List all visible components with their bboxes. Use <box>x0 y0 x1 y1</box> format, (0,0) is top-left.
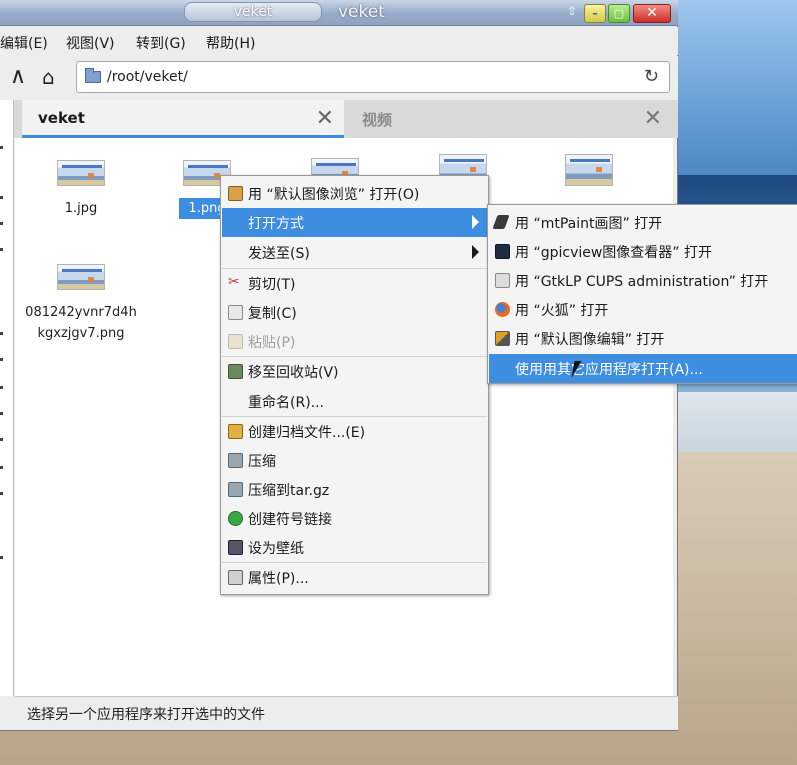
reload-icon[interactable]: ↻ <box>644 66 659 87</box>
location-bar[interactable]: /root/veket/ ↻ <box>76 61 670 93</box>
submenu-item-image-editor[interactable]: 用 “默认图像编辑” 打开 <box>489 324 797 353</box>
menu-item-label: 重命名(R)... <box>248 395 325 411</box>
menu-view[interactable]: 视图(V) <box>66 33 115 53</box>
menu-item-open-default[interactable]: 用 “默认图像浏览” 打开(O) <box>222 179 487 208</box>
menu-item-label: 发送至(S) <box>248 246 310 262</box>
menu-item-compress[interactable]: 压缩 <box>222 446 487 475</box>
paste-icon <box>228 334 243 349</box>
menu-item-label: 属性(P)... <box>248 571 309 587</box>
submenu-item-mtpaint[interactable]: 用 “mtPaint画图” 打开 <box>489 208 797 237</box>
wallpaper-icon <box>228 540 243 555</box>
menu-item-label: 剪切(T) <box>248 277 296 293</box>
file-name: 1.jpg <box>64 201 98 216</box>
menu-item-label: 压缩 <box>248 454 276 470</box>
image-editor-icon <box>495 331 510 346</box>
context-menu: 用 “默认图像浏览” 打开(O) 打开方式 发送至(S) ✂ 剪切(T) 复制(… <box>220 175 489 595</box>
menu-item-send-to[interactable]: 发送至(S) <box>222 238 487 267</box>
maximize-button[interactable]: ▢ <box>608 4 630 23</box>
close-tab-icon[interactable]: ✕ <box>316 106 334 131</box>
file-name-line: kgxzjgv7.png <box>37 326 125 341</box>
menu-item-create-symlink[interactable]: 创建符号链接 <box>222 504 487 533</box>
submenu-item-label: 用 “火狐” 打开 <box>515 303 609 319</box>
compress-icon <box>228 453 243 468</box>
submenu-item-label: 用 “GtkLP CUPS administration” 打开 <box>515 274 769 290</box>
menu-item-cut[interactable]: ✂ 剪切(T) <box>222 269 487 298</box>
menu-item-compress-targz[interactable]: 压缩到tar.gz <box>222 475 487 504</box>
submenu-item-gtklp[interactable]: 用 “GtkLP CUPS administration” 打开 <box>489 266 797 295</box>
file-name: 081242yvnr7d4h kgxzjgv7.png <box>21 302 141 344</box>
scissors-icon: ✂ <box>228 274 240 290</box>
file-item[interactable] <box>561 154 617 186</box>
side-pane[interactable] <box>0 100 14 696</box>
submenu-item-label: 用 “默认图像编辑” 打开 <box>515 332 665 348</box>
menu-item-label: 打开方式 <box>248 216 304 232</box>
symlink-icon <box>228 511 243 526</box>
menu-edit[interactable]: 编辑(E) <box>0 33 48 53</box>
status-text: 选择另一个应用程序来打开选中的文件 <box>27 707 265 723</box>
menu-help[interactable]: 帮助(H) <box>206 33 255 53</box>
tab-label: veket <box>38 109 85 127</box>
image-thumbnail <box>57 264 105 290</box>
close-tab-icon[interactable]: ✕ <box>644 106 662 131</box>
tab-video[interactable]: 视频 ✕ <box>346 100 672 138</box>
menu-item-label: 粘贴(P) <box>248 335 296 351</box>
image-viewer-icon <box>495 244 510 259</box>
menu-item-label: 复制(C) <box>248 306 297 322</box>
menu-item-label: 用 “默认图像浏览” 打开(O) <box>248 187 420 203</box>
menu-item-open-with[interactable]: 打开方式 <box>222 208 487 237</box>
image-thumbnail <box>57 160 105 186</box>
copy-icon <box>228 305 243 320</box>
menu-bar: 编辑(E) 视图(V) 转到(G) 帮助(H) <box>0 27 678 55</box>
menu-item-label: 压缩到tar.gz <box>248 483 330 499</box>
image-thumbnail <box>565 154 613 186</box>
submenu-item-label: 用 “mtPaint画图” 打开 <box>515 216 663 232</box>
properties-icon <box>228 570 243 585</box>
close-button[interactable]: ✕ <box>633 4 671 23</box>
tab-label: 视频 <box>362 111 393 129</box>
submenu-item-label: 使用用其它应用程序打开(A)... <box>515 362 703 378</box>
folder-icon <box>85 68 101 83</box>
tab-veket[interactable]: veket ✕ <box>22 100 344 138</box>
archive-icon <box>228 424 243 439</box>
submenu-arrow-icon <box>472 215 479 229</box>
printer-icon <box>495 273 510 288</box>
home-icon[interactable]: ⌂ <box>42 66 55 88</box>
menu-item-properties[interactable]: 属性(P)... <box>222 563 487 592</box>
menu-item-copy[interactable]: 复制(C) <box>222 298 487 327</box>
menu-go[interactable]: 转到(G) <box>136 33 186 53</box>
file-name-line: 081242yvnr7d4h <box>25 305 137 320</box>
menu-item-set-wallpaper[interactable]: 设为壁纸 <box>222 533 487 562</box>
path-text[interactable]: /root/veket/ <box>107 69 188 85</box>
menu-item-label: 设为壁纸 <box>248 541 304 557</box>
submenu-item-gpicview[interactable]: 用 “gpicview图像查看器” 打开 <box>489 237 797 266</box>
compress-icon <box>228 482 243 497</box>
menu-item-rename[interactable]: 重命名(R)... <box>222 387 487 416</box>
minimize-button[interactable]: – <box>584 4 606 23</box>
menu-item-paste[interactable]: 粘贴(P) <box>222 327 487 356</box>
file-item[interactable]: 1.jpg <box>49 160 113 219</box>
tab-bar: veket ✕ 视频 ✕ <box>14 100 678 138</box>
submenu-item-other-app[interactable]: 使用用其它应用程序打开(A)... <box>489 354 797 383</box>
paint-brush-icon <box>492 215 510 229</box>
window-title-tab[interactable]: veket <box>184 2 322 22</box>
trash-icon <box>228 364 243 379</box>
up-arrow-icon[interactable]: ∧ <box>10 66 26 88</box>
menu-item-label: 移至回收站(V) <box>248 365 339 381</box>
file-item[interactable]: 081242yvnr7d4h kgxzjgv7.png <box>21 264 141 344</box>
firefox-icon <box>495 302 510 317</box>
open-with-submenu: 用 “mtPaint画图” 打开 用 “gpicview图像查看器” 打开 用 … <box>487 204 797 384</box>
menu-item-label: 创建归档文件...(E) <box>248 425 366 441</box>
menu-item-create-archive[interactable]: 创建归档文件...(E) <box>222 417 487 446</box>
status-bar: 选择另一个应用程序来打开选中的文件 <box>15 696 678 730</box>
title-bar[interactable]: veket veket ⇧ – ▢ ✕ <box>0 0 678 26</box>
pin-icon[interactable]: ⇧ <box>565 4 579 20</box>
submenu-arrow-icon <box>472 245 479 259</box>
menu-item-label: 创建符号链接 <box>248 512 332 528</box>
window-title: veket <box>338 2 385 22</box>
submenu-item-firefox[interactable]: 用 “火狐” 打开 <box>489 295 797 324</box>
image-viewer-icon <box>228 186 243 201</box>
submenu-item-label: 用 “gpicview图像查看器” 打开 <box>515 245 713 261</box>
menu-item-move-to-trash[interactable]: 移至回收站(V) <box>222 357 487 386</box>
